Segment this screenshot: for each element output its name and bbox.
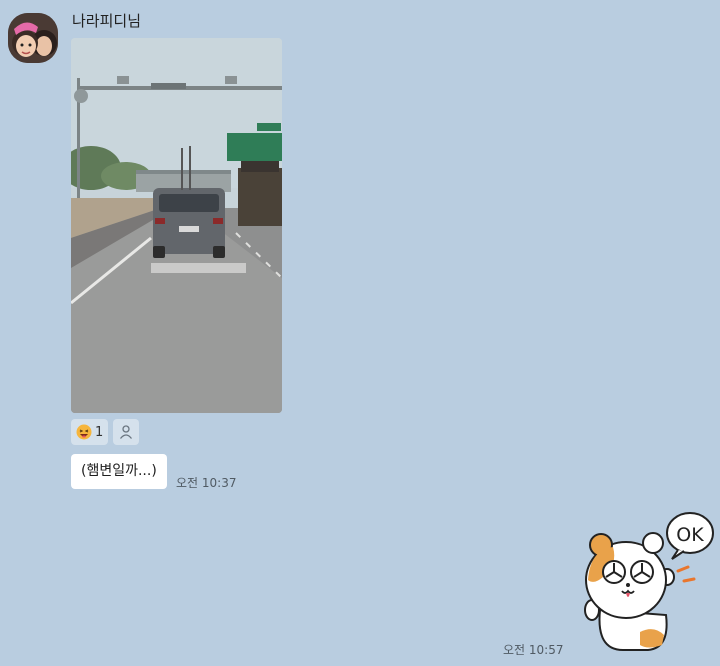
reaction-count: 1 bbox=[95, 424, 104, 440]
person-icon bbox=[120, 425, 133, 439]
photo-message[interactable] bbox=[71, 38, 282, 413]
laughing-face-icon bbox=[76, 424, 92, 440]
hamster-ok-icon[interactable]: OK bbox=[578, 505, 716, 655]
sender-name: 나라피디님 bbox=[72, 12, 142, 30]
message-timestamp: 오전 10:37 bbox=[176, 476, 237, 490]
sender-avatar[interactable] bbox=[8, 13, 58, 63]
message-bubble[interactable]: (햄변일까...) bbox=[71, 454, 167, 489]
reaction-chip[interactable]: 1 bbox=[71, 419, 109, 445]
add-reaction-button[interactable] bbox=[113, 419, 140, 445]
sticker-timestamp: 오전 10:57 bbox=[503, 643, 564, 657]
reaction-bar: 1 bbox=[71, 419, 140, 445]
sticker-ok-text: OK bbox=[676, 524, 704, 546]
